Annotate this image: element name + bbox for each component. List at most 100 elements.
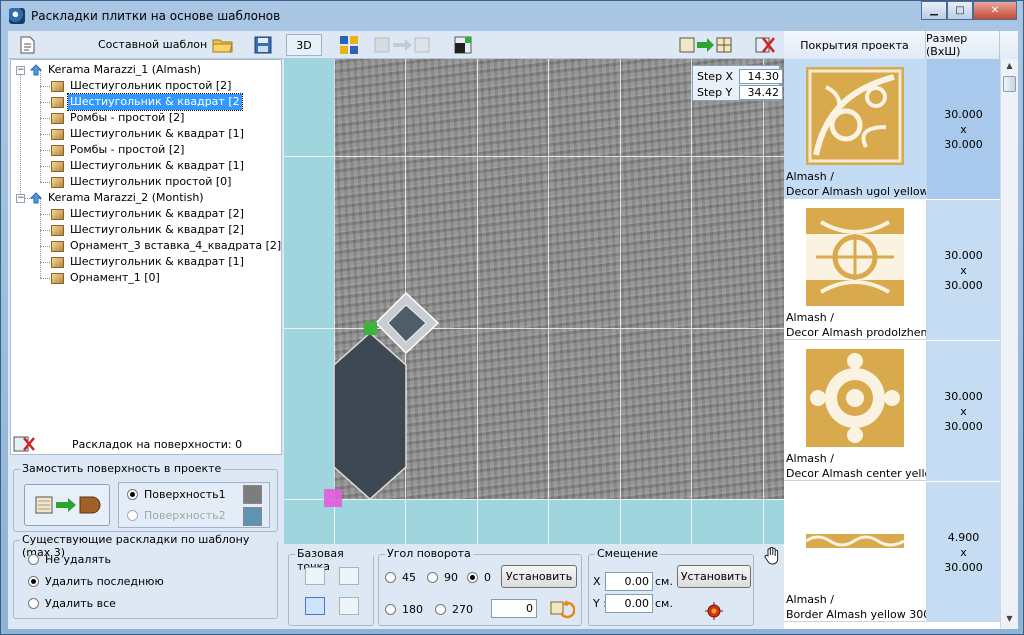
tree-item-label: Шестиугольник & квадрат [2]: [70, 223, 244, 236]
collapse-group-2-icon[interactable]: −: [16, 194, 25, 203]
maximize-button[interactable]: □: [947, 1, 973, 20]
template-preview: [324, 291, 440, 507]
coverings-scrollbar[interactable]: ▲ ▼: [1000, 59, 1018, 629]
minimize-button[interactable]: ▁: [921, 1, 947, 20]
rotate-refresh-button[interactable]: [549, 599, 576, 619]
rot-45-radio[interactable]: [385, 572, 396, 583]
tile-icon: [51, 96, 64, 108]
rot-180-option[interactable]: 180: [385, 603, 423, 616]
rot-90-radio[interactable]: [427, 572, 438, 583]
rotation-angle-field[interactable]: 0: [491, 599, 537, 618]
move-target-button[interactable]: [704, 601, 724, 621]
covering-item[interactable]: Almash /Decor Almash center yellow 3 30.…: [784, 341, 1000, 481]
covering-size-cell: 30.000 x 30.000: [926, 200, 1000, 340]
delete-last-radio[interactable]: [28, 576, 39, 587]
step-y-field[interactable]: 34.42: [739, 84, 783, 100]
tree-item[interactable]: Ромбы - простой [2]: [51, 110, 186, 126]
covering-item[interactable]: Almash /Decor Almash ugol yellow 300 30.…: [784, 59, 1000, 199]
rot-180-label: 180: [402, 603, 423, 616]
base-point-top-left[interactable]: [305, 567, 325, 585]
view-3d-button[interactable]: 3D: [286, 34, 322, 56]
surface1-radio[interactable]: [127, 489, 138, 500]
corner-button[interactable]: [450, 34, 476, 56]
save-button[interactable]: [250, 34, 276, 56]
offset-x-field[interactable]: 0.00: [605, 572, 653, 591]
transfer-button[interactable]: [372, 34, 434, 56]
step-y-label: Step Y: [697, 85, 733, 99]
tree-item[interactable]: Орнамент_1 [0]: [51, 270, 162, 286]
magenta-base-handle[interactable]: [324, 489, 342, 507]
new-template-button[interactable]: [14, 34, 40, 56]
pan-hand-button[interactable]: [762, 546, 782, 566]
rotation-apply-button[interactable]: Установить: [501, 565, 577, 588]
rot-45-option[interactable]: 45: [385, 571, 416, 584]
covering-size-cell: 4.900 x 30.000: [926, 482, 1000, 622]
covering-item[interactable]: Almash /Border Almash yellow 300x49 4.90…: [784, 482, 1000, 622]
hand-icon: [764, 546, 779, 565]
coverings-list[interactable]: Almash /Decor Almash ugol yellow 300 30.…: [784, 59, 1000, 629]
base-point-top-right[interactable]: [339, 567, 359, 585]
keep-radio[interactable]: [28, 554, 39, 565]
rot-0-radio[interactable]: [467, 572, 478, 583]
rot-180-radio[interactable]: [385, 604, 396, 615]
up-arrow-icon: [30, 64, 42, 76]
scroll-up-icon[interactable]: ▲: [1003, 61, 1016, 74]
offset-title: Смещение: [595, 547, 660, 560]
tree-item[interactable]: Шестиугольник простой [0]: [51, 174, 233, 190]
tree-item[interactable]: Ромбы - простой [2]: [51, 142, 186, 158]
scroll-thumb[interactable]: [1003, 76, 1016, 92]
surface1-option[interactable]: Поверхность1: [127, 488, 226, 501]
tree-item[interactable]: Шестиугольник & квадрат [1]: [51, 254, 246, 270]
scroll-down-icon[interactable]: ▼: [1003, 614, 1016, 627]
covering-name-cell: Almash /Border Almash yellow 300x49: [784, 482, 926, 622]
covering-item[interactable]: Almash /Decor Almash prodolzheniye ( 30.…: [784, 200, 1000, 340]
apply-template-button[interactable]: [678, 34, 734, 56]
keep-option[interactable]: Не удалять: [28, 553, 111, 566]
tree-item[interactable]: Шестиугольник & квадрат [2]: [51, 222, 246, 238]
delete-template-button[interactable]: [752, 34, 778, 56]
tree-item[interactable]: Шестиугольник & квадрат [2]: [51, 206, 246, 222]
base-point-bottom-right[interactable]: [339, 597, 359, 615]
col-size-header[interactable]: Размер (ВхШ): [926, 31, 1000, 59]
tile-grid-button[interactable]: [336, 34, 362, 56]
rotation-group: Угол поворота 45 90 0 180 270 0 Установи…: [378, 547, 582, 626]
collapse-group-1-icon[interactable]: −: [16, 66, 25, 75]
delete-all-radio[interactable]: [28, 598, 39, 609]
delete-all-option[interactable]: Удалить все: [28, 597, 116, 610]
covering-name: Almash /Border Almash yellow 300x49: [786, 593, 926, 621]
tree-item-selected[interactable]: Шестиугольник & квадрат [2: [51, 93, 243, 111]
tile-icon: [51, 80, 64, 92]
layout-canvas[interactable]: Step X 14.30 Step Y 34.42: [284, 59, 784, 544]
offset-apply-button[interactable]: Установить: [677, 565, 751, 588]
rot-90-label: 90: [444, 571, 458, 584]
tree-item-label: Шестиугольник & квадрат [2]: [70, 207, 244, 220]
tree-item[interactable]: Шестиугольник & квадрат [1]: [51, 158, 246, 174]
surface2-option[interactable]: Поверхность2: [127, 509, 226, 522]
close-button[interactable]: ✕: [973, 1, 1017, 20]
fill-surface-button[interactable]: [24, 484, 110, 526]
col-coverings-header[interactable]: Покрытия проекта: [784, 31, 926, 59]
tree-group-1[interactable]: Kerama Marazzi_1 (Almash): [30, 62, 203, 78]
clear-layouts-button[interactable]: [10, 432, 38, 456]
tile-icon: [51, 224, 64, 236]
delete-last-option[interactable]: Удалить последнюю: [28, 575, 164, 588]
transfer-icon: [374, 37, 430, 53]
green-anchor-handle[interactable]: [364, 322, 377, 335]
rot-270-option[interactable]: 270: [435, 603, 473, 616]
open-button[interactable]: [210, 34, 236, 56]
offset-y-field[interactable]: 0.00: [605, 594, 653, 613]
rot-270-radio[interactable]: [435, 604, 446, 615]
tree-item-label: Шестиугольник & квадрат [1]: [70, 127, 244, 140]
template-tree[interactable]: − Kerama Marazzi_1 (Almash) Шестиугольни…: [10, 59, 282, 455]
tree-item[interactable]: Орнамент_3 вставка_4_квадрата [2]: [51, 238, 281, 254]
tile-thumbnail-icon: [806, 208, 904, 306]
rot-90-option[interactable]: 90: [427, 571, 458, 584]
tree-item[interactable]: Шестиугольник & квадрат [1]: [51, 126, 246, 142]
base-point-bottom-left[interactable]: [305, 597, 325, 615]
step-x-field[interactable]: 14.30: [739, 68, 783, 84]
tree-group-2[interactable]: Kerama Marazzi_2 (Montish): [30, 190, 206, 206]
rot-0-option[interactable]: 0: [467, 571, 491, 584]
covering-name-cell: Almash /Decor Almash center yellow 3: [784, 341, 926, 481]
tree-item[interactable]: Шестиугольник простой [2]: [51, 78, 233, 94]
surface2-radio[interactable]: [127, 510, 138, 521]
